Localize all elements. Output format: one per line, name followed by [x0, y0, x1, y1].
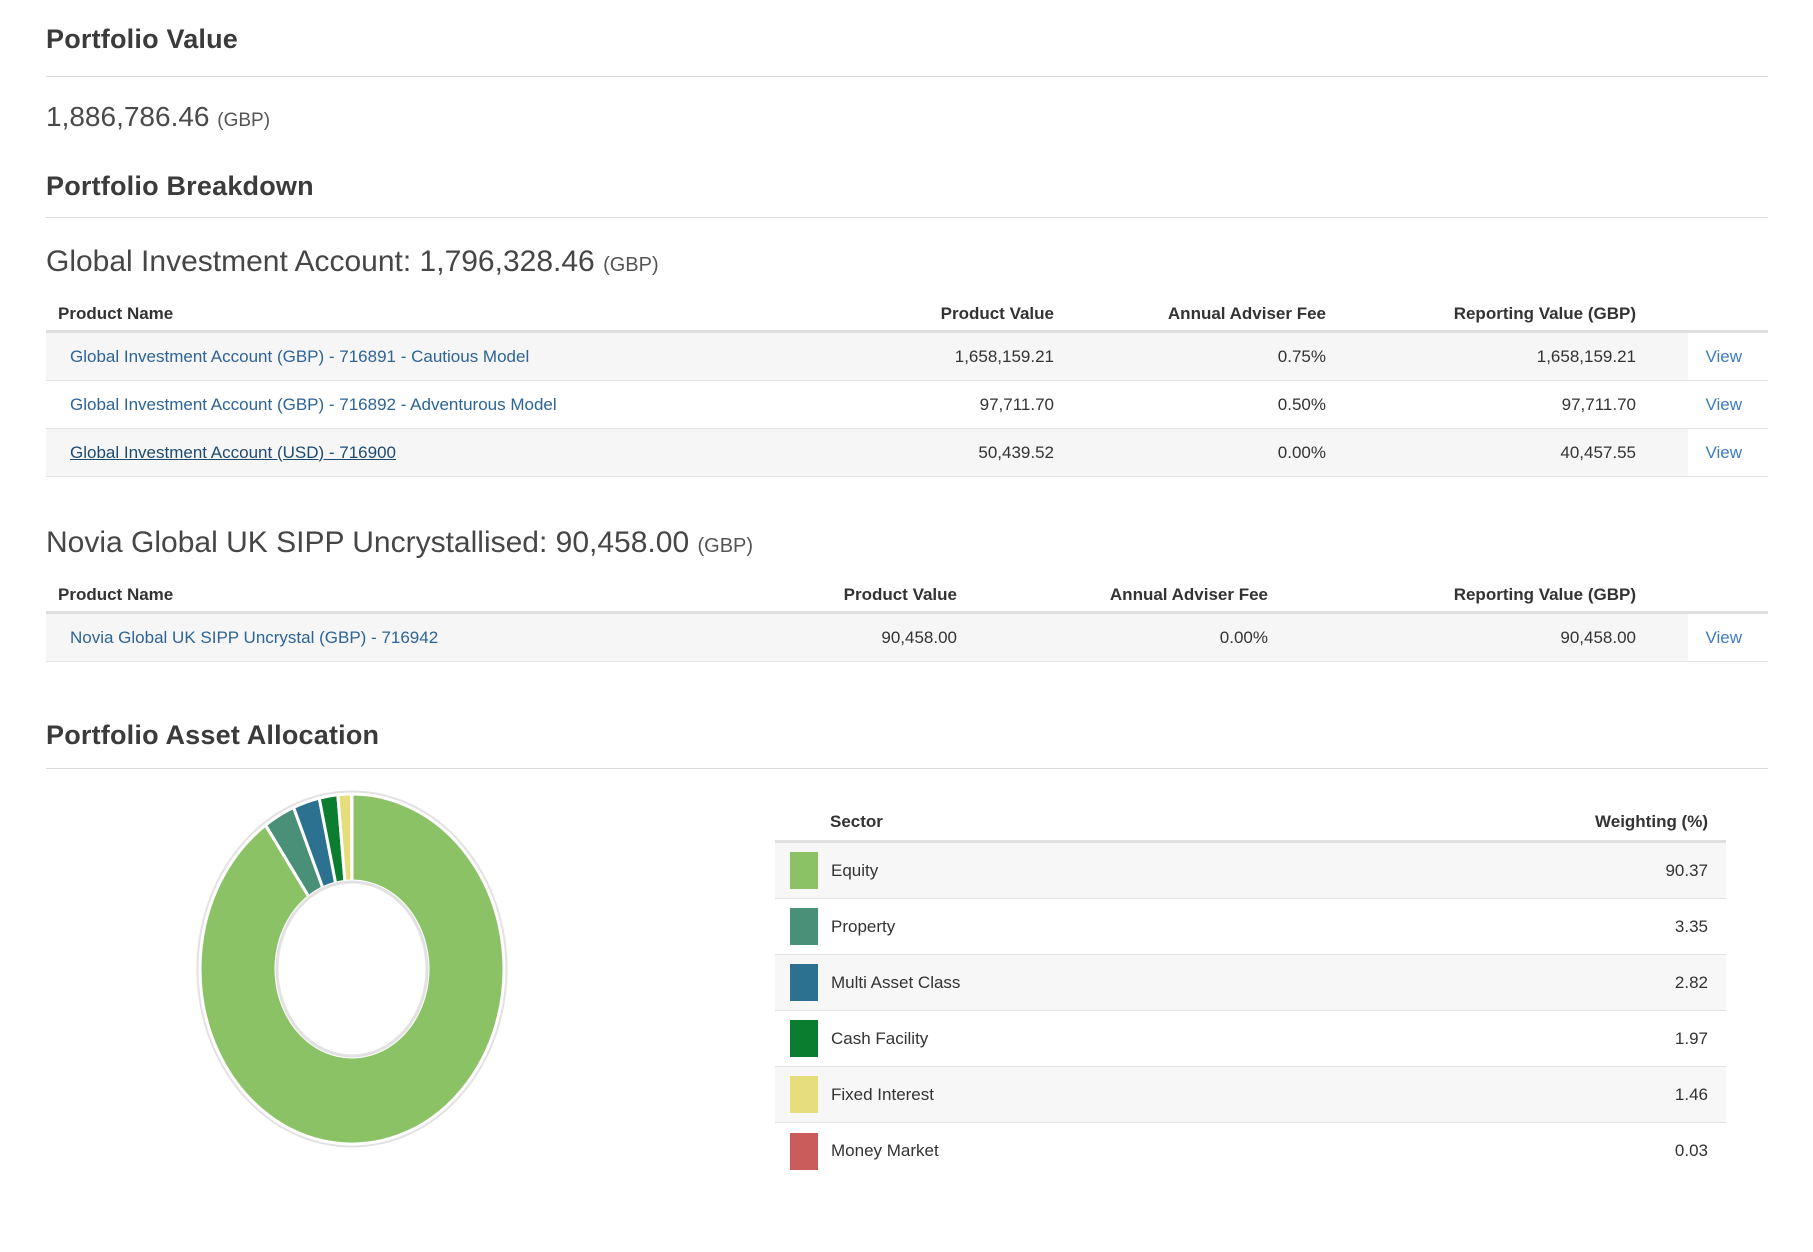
donut-chart [46, 769, 726, 1173]
table-row: Global Investment Account (GBP) - 716892… [46, 381, 1768, 429]
gia-title-currency: (GBP) [603, 254, 659, 276]
sipp-table-header: Product Name Product Value Annual Advise… [46, 578, 1768, 614]
view-link[interactable]: View [1705, 395, 1742, 415]
gia-products-table: Product Name Product Value Annual Advise… [46, 297, 1768, 477]
product-link-716942-sipp[interactable]: Novia Global UK SIPP Uncrystal (GBP) - 7… [70, 628, 438, 647]
sipp-title-text: Novia Global UK SIPP Uncrystallised: [46, 526, 547, 559]
portfolio-total-value: 1,886,786.46 (GBP) [46, 101, 1768, 133]
gia-title-text: Global Investment Account: [46, 245, 411, 278]
legend-header: Sector Weighting (%) [775, 803, 1726, 843]
legend-weighting-header: Weighting (%) [1595, 812, 1726, 832]
legend-value: 3.35 [1675, 917, 1726, 937]
legend-value: 90.37 [1665, 861, 1726, 881]
view-link[interactable]: View [1705, 347, 1742, 367]
col-header-product-name: Product Name [46, 585, 757, 605]
multi-asset-swatch [790, 964, 818, 1001]
money-market-swatch [790, 1133, 818, 1170]
legend-label: Property [831, 917, 895, 937]
product-value-cell: 1,658,159.21 [854, 347, 1054, 367]
adviser-fee-cell: 0.00% [957, 628, 1268, 648]
portfolio-total-amount: 1,886,786.46 [46, 101, 210, 132]
donut-hole [277, 882, 427, 1056]
adviser-fee-cell: 0.00% [1054, 443, 1326, 463]
property-swatch [790, 908, 818, 945]
asset-allocation-section: Sector Weighting (%) Equity 90.37 Proper… [46, 769, 1768, 1179]
reporting-value-cell: 1,658,159.21 [1326, 347, 1636, 367]
legend-label: Money Market [831, 1141, 939, 1161]
col-header-reporting-value: Reporting Value (GBP) [1326, 304, 1636, 324]
legend-label: Multi Asset Class [831, 973, 960, 993]
divider [46, 76, 1768, 77]
legend-rows: Equity 90.37 Property 3.35 Multi Asset C… [775, 843, 1726, 1179]
sipp-section-title: Novia Global UK SIPP Uncrystallised: 90,… [46, 525, 1768, 564]
divider [46, 217, 1768, 218]
legend-label: Equity [831, 861, 878, 881]
equity-swatch [790, 852, 818, 889]
product-link-716892-adventurous[interactable]: Global Investment Account (GBP) - 716892… [70, 395, 557, 414]
sipp-title-currency: (GBP) [697, 535, 753, 557]
legend-row-multi-asset: Multi Asset Class 2.82 [775, 955, 1726, 1011]
col-header-reporting-value: Reporting Value (GBP) [1268, 585, 1636, 605]
gia-table-header: Product Name Product Value Annual Advise… [46, 297, 1768, 333]
legend-row-cash-facility: Cash Facility 1.97 [775, 1011, 1726, 1067]
legend-label: Fixed Interest [831, 1085, 934, 1105]
sipp-products-table: Product Name Product Value Annual Advise… [46, 578, 1768, 662]
legend-value: 2.82 [1675, 973, 1726, 993]
product-link-716891-cautious[interactable]: Global Investment Account (GBP) - 716891… [70, 347, 529, 366]
col-header-adviser-fee: Annual Adviser Fee [957, 585, 1268, 605]
col-header-adviser-fee: Annual Adviser Fee [1054, 304, 1326, 324]
legend-value: 1.97 [1675, 1029, 1726, 1049]
adviser-fee-cell: 0.75% [1054, 347, 1326, 367]
reporting-value-cell: 40,457.55 [1326, 443, 1636, 463]
col-header-product-value: Product Value [757, 585, 957, 605]
gia-section-title: Global Investment Account: 1,796,328.46 … [46, 244, 1768, 283]
legend-label: Cash Facility [831, 1029, 928, 1049]
fixed-interest-swatch [790, 1076, 818, 1113]
gia-title-total: 1,796,328.46 [420, 245, 595, 278]
legend-row-fixed-interest: Fixed Interest 1.46 [775, 1067, 1726, 1123]
portfolio-total-currency: (GBP) [217, 110, 270, 131]
asset-allocation-heading: Portfolio Asset Allocation [46, 718, 1768, 752]
table-row: Global Investment Account (GBP) - 716891… [46, 333, 1768, 381]
legend-row-equity: Equity 90.37 [775, 843, 1726, 899]
legend-row-money-market: Money Market 0.03 [775, 1123, 1726, 1179]
col-header-product-value: Product Value [854, 304, 1054, 324]
product-value-cell: 97,711.70 [854, 395, 1054, 415]
portfolio-page: Portfolio Value 1,886,786.46 (GBP) Portf… [0, 0, 1813, 1179]
cash-facility-swatch [790, 1020, 818, 1057]
adviser-fee-cell: 0.50% [1054, 395, 1326, 415]
product-value-cell: 90,458.00 [757, 628, 957, 648]
table-row: Global Investment Account (USD) - 716900… [46, 429, 1768, 477]
legend-sector-header: Sector [775, 812, 883, 832]
allocation-legend-table: Sector Weighting (%) Equity 90.37 Proper… [775, 803, 1726, 1179]
col-header-product-name: Product Name [46, 304, 854, 324]
product-link-716900-usd[interactable]: Global Investment Account (USD) - 716900 [70, 443, 396, 462]
reporting-value-cell: 97,711.70 [1326, 395, 1636, 415]
sipp-title-total: 90,458.00 [556, 526, 689, 559]
portfolio-breakdown-heading: Portfolio Breakdown [46, 169, 1768, 203]
legend-row-property: Property 3.35 [775, 899, 1726, 955]
product-value-cell: 50,439.52 [854, 443, 1054, 463]
portfolio-value-heading: Portfolio Value [46, 22, 1768, 56]
legend-value: 1.46 [1675, 1085, 1726, 1105]
view-link[interactable]: View [1705, 628, 1742, 648]
reporting-value-cell: 90,458.00 [1268, 628, 1636, 648]
table-row: Novia Global UK SIPP Uncrystal (GBP) - 7… [46, 614, 1768, 662]
legend-value: 0.03 [1675, 1141, 1726, 1161]
donut-chart-svg [162, 769, 542, 1173]
view-link[interactable]: View [1705, 443, 1742, 463]
